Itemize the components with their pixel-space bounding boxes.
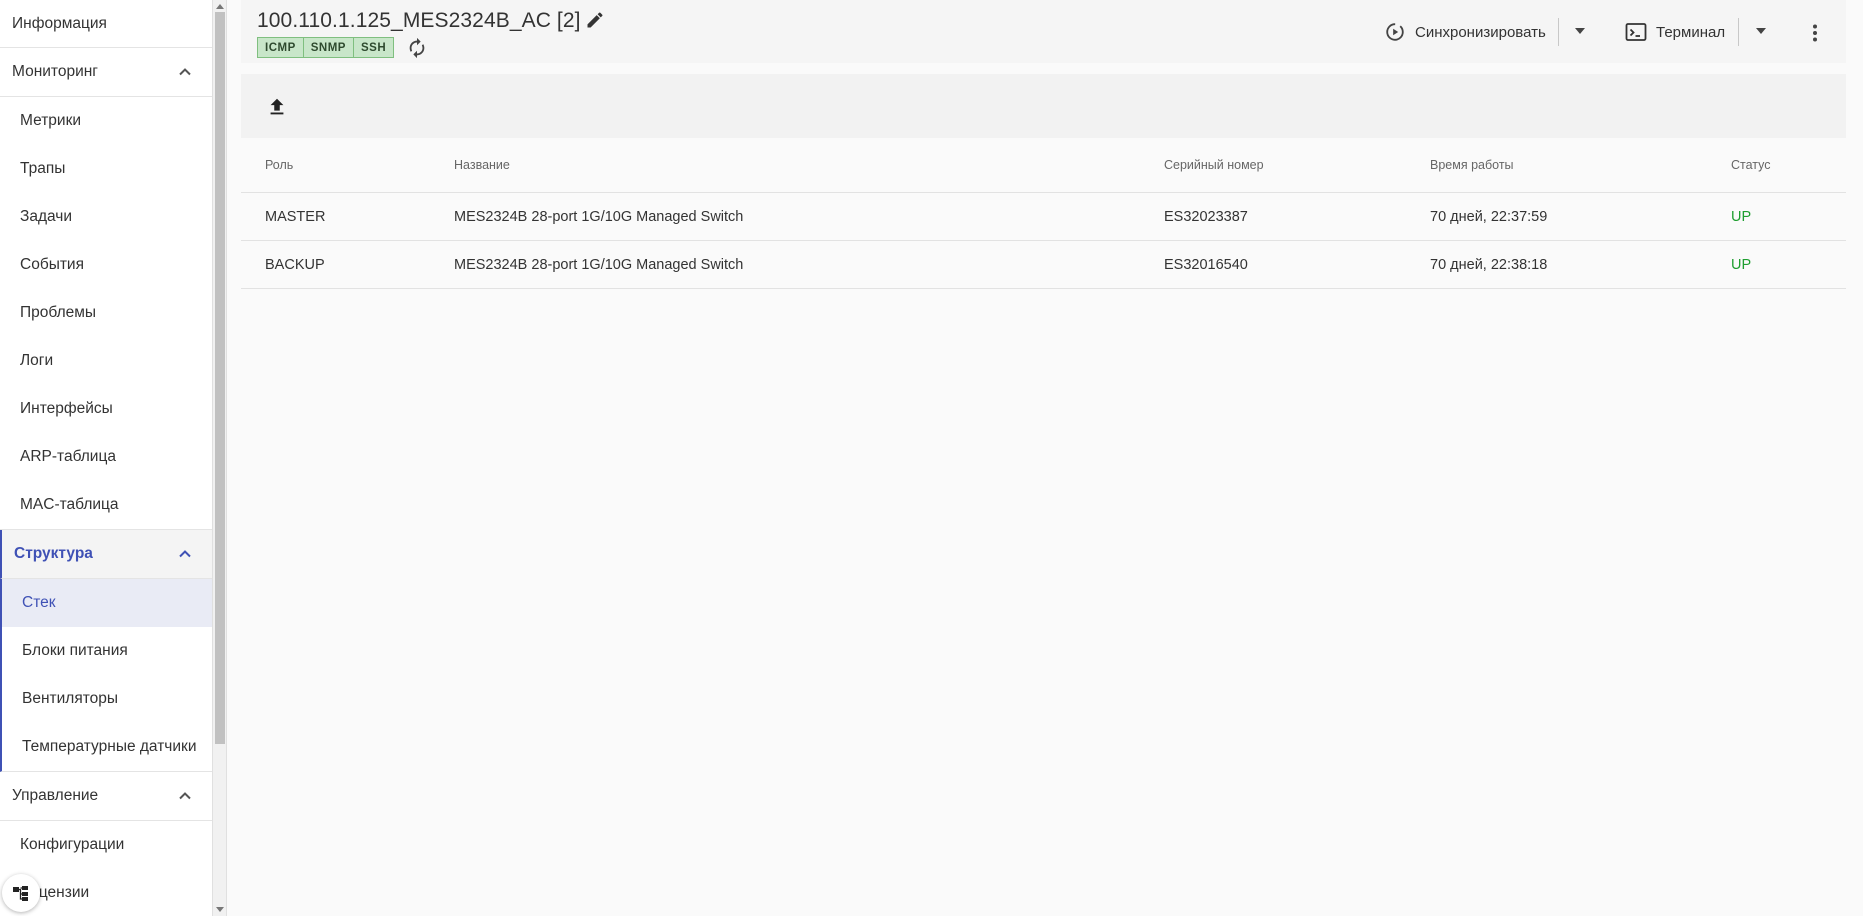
refresh-icon[interactable] — [406, 37, 428, 59]
cell-role: MASTER — [265, 208, 326, 225]
column-header-role[interactable]: Роль — [265, 158, 293, 172]
sidebar-item-label: Проблемы — [20, 304, 97, 321]
sidebar-item-label: Стек — [22, 594, 56, 611]
divider — [1558, 18, 1559, 46]
sync-button[interactable]: Синхронизировать — [1384, 18, 1546, 46]
sidebar-item-temperature-sensors[interactable]: Температурные датчики — [2, 723, 212, 771]
cell-uptime: 70 дней, 22:38:18 — [1430, 256, 1548, 273]
sidebar-item-info[interactable]: Информация — [0, 0, 212, 48]
cell-uptime: 70 дней, 22:37:59 — [1430, 208, 1548, 225]
sidebar-item-label: Трапы — [20, 160, 66, 177]
page-title: 100.110.1.125_MES2324B_AC [2] — [257, 9, 581, 32]
chevron-up-icon — [179, 550, 191, 558]
more-vert-icon[interactable] — [1803, 21, 1827, 45]
scroll-down-arrow[interactable] — [216, 907, 224, 912]
section-monitoring[interactable]: Мониторинг — [0, 48, 212, 97]
column-header-uptime[interactable]: Время работы — [1430, 158, 1514, 172]
cell-role: BACKUP — [265, 256, 325, 273]
sidebar-item-label: Метрики — [20, 112, 82, 129]
scrollbar-thumb[interactable] — [215, 12, 225, 744]
sidebar: Информация Мониторинг Метрики Трапы Зада… — [0, 0, 212, 916]
monitoring-group: Метрики Трапы Задачи События Проблемы Ло… — [0, 97, 212, 530]
terminal-menu-caret[interactable] — [1756, 28, 1766, 34]
sidebar-item-events[interactable]: События — [0, 241, 212, 289]
sync-icon — [1386, 23, 1404, 41]
protocol-badges: ICMP SNMP SSH — [257, 37, 395, 58]
sidebar-item-problems[interactable]: Проблемы — [0, 289, 212, 337]
cell-serial: ES32023387 — [1164, 208, 1248, 225]
sidebar-item-configurations[interactable]: Конфигурации — [0, 821, 212, 869]
sidebar-item-mac-table[interactable]: MAC-таблица — [0, 481, 212, 529]
table-header: Роль Название Серийный номер Время работ… — [241, 138, 1846, 193]
device-header: 100.110.1.125_MES2324B_AC [2] ICMP SNMP … — [241, 0, 1846, 63]
sidebar-item-power-supplies[interactable]: Блоки питания — [2, 627, 212, 675]
stack-table: Роль Название Серийный номер Время работ… — [241, 138, 1846, 289]
sidebar-item-label: Блоки питания — [22, 642, 128, 659]
column-header-name[interactable]: Название — [454, 158, 510, 172]
sidebar-item-logs[interactable]: Логи — [0, 337, 212, 385]
sidebar-item-label: Информация — [12, 14, 107, 32]
section-management[interactable]: Управление — [0, 772, 212, 821]
pencil-icon[interactable] — [585, 10, 605, 30]
cell-status: UP — [1731, 208, 1752, 225]
terminal-label: Терминал — [1656, 23, 1726, 41]
tree-icon — [13, 886, 28, 901]
sidebar-item-metrics[interactable]: Метрики — [0, 97, 212, 145]
cell-name: MES2324B 28-port 1G/10G Managed Switch — [454, 256, 744, 273]
section-label: Управление — [12, 787, 99, 804]
sidebar-item-label: Задачи — [20, 208, 73, 225]
sidebar-divider — [226, 0, 227, 916]
sidebar-item-label: Логи — [20, 352, 54, 369]
sidebar-item-label: MAC-таблица — [20, 496, 119, 513]
section-label: Структура — [14, 545, 93, 562]
sidebar-item-fans[interactable]: Вентиляторы — [2, 675, 212, 723]
section-structure[interactable]: Структура — [0, 530, 212, 579]
column-header-status[interactable]: Статус — [1731, 158, 1771, 172]
sidebar-item-arp-table[interactable]: ARP-таблица — [0, 433, 212, 481]
table-row[interactable]: BACKUP MES2324B 28-port 1G/10G Managed S… — [241, 241, 1846, 289]
sidebar-item-label: События — [20, 256, 84, 273]
table-toolbar — [241, 74, 1846, 138]
sidebar-item-stack[interactable]: Стек — [2, 579, 212, 627]
sidebar-item-label: Температурные датчики — [22, 738, 197, 755]
sync-label: Синхронизировать — [1415, 23, 1546, 41]
sidebar-item-label: Конфигурации — [20, 836, 125, 853]
tree-view-button[interactable] — [2, 874, 40, 912]
sidebar-item-label: Вентиляторы — [22, 690, 119, 707]
sidebar-item-label: ARP-таблица — [20, 448, 116, 465]
terminal-icon — [1625, 23, 1647, 41]
chevron-up-icon — [179, 68, 191, 76]
structure-group: Стек Блоки питания Вентиляторы Температу… — [0, 579, 212, 772]
sidebar-item-traps[interactable]: Трапы — [0, 145, 212, 193]
sidebar-item-interfaces[interactable]: Интерфейсы — [0, 385, 212, 433]
chevron-up-icon — [179, 792, 191, 800]
badge-icmp: ICMP — [257, 37, 304, 58]
cell-name: MES2324B 28-port 1G/10G Managed Switch — [454, 208, 744, 225]
sidebar-item-tasks[interactable]: Задачи — [0, 193, 212, 241]
section-label: Мониторинг — [12, 63, 98, 80]
sync-menu-caret[interactable] — [1575, 28, 1585, 34]
cell-status: UP — [1731, 256, 1752, 273]
column-header-serial[interactable]: Серийный номер — [1164, 158, 1264, 172]
upload-icon[interactable] — [266, 96, 288, 118]
sidebar-scrollbar[interactable] — [212, 0, 226, 916]
table-row[interactable]: MASTER MES2324B 28-port 1G/10G Managed S… — [241, 193, 1846, 241]
divider — [1738, 18, 1739, 46]
scroll-up-arrow[interactable] — [216, 4, 224, 9]
badge-ssh: SSH — [353, 37, 395, 58]
terminal-button[interactable]: Терминал — [1625, 18, 1725, 46]
cell-serial: ES32016540 — [1164, 256, 1248, 273]
badge-snmp: SNMP — [303, 37, 354, 58]
sidebar-item-label: Интерфейсы — [20, 400, 113, 417]
